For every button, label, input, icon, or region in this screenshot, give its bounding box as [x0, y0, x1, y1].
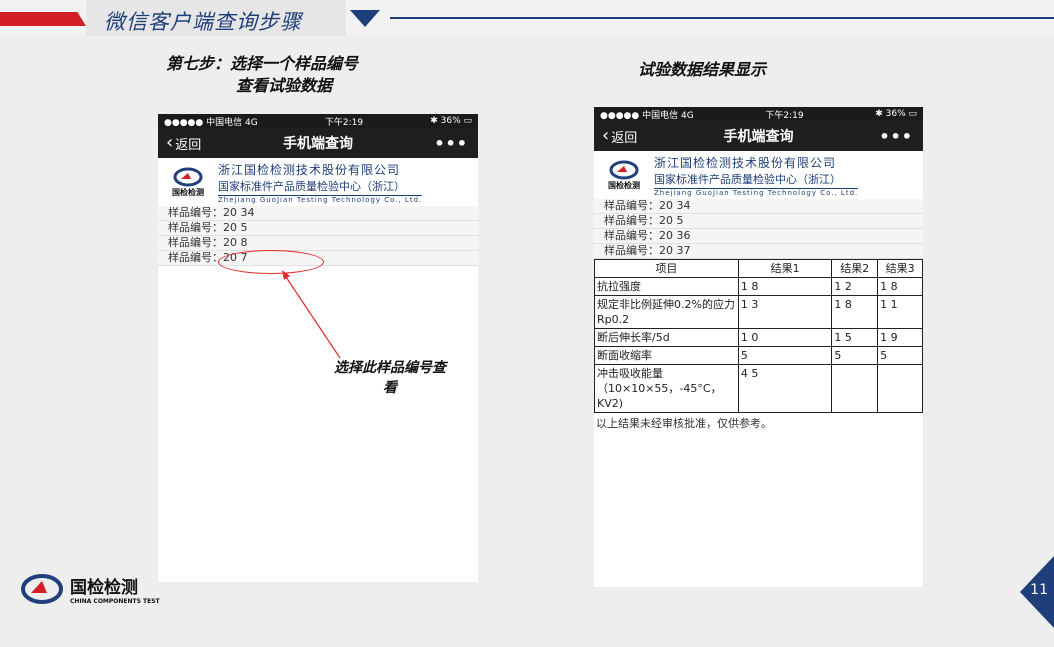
table-header: 结果3	[877, 259, 923, 278]
table-cell: 断后伸长率/5d	[594, 328, 739, 347]
battery-text: ✱ 36% ▭	[875, 109, 917, 119]
sample-item[interactable]: 样品编号：20 34	[594, 199, 923, 214]
table-cell	[877, 364, 923, 413]
footer-logo: 国检检测 CHINA COMPONENTS TEST	[20, 572, 160, 606]
table-cell: 1 5	[831, 328, 879, 347]
nav-bar: ‹ 返回 手机端查询 •••	[594, 121, 923, 151]
table-cell: 5	[831, 346, 879, 365]
company-name-line3: Zhejiang GuoJian Testing Technology Co.,…	[654, 187, 859, 197]
table-cell	[831, 364, 879, 413]
status-bar: ●●●●● 中国电信 4G 下午2:19 ✱ 36% ▭	[594, 107, 923, 121]
status-time: 下午2:19	[765, 110, 804, 121]
table-cell: 1 1	[877, 295, 923, 329]
table-row: 断面收缩率 5 5 5	[594, 346, 923, 365]
disclaimer-note: 以上结果未经审核批准，仅供参考。	[596, 417, 772, 430]
footer-logo-en: CHINA COMPONENTS TEST	[70, 598, 160, 605]
chevron-left-icon: ‹	[602, 125, 610, 146]
page-number: 11	[1030, 582, 1048, 598]
results-table: 项目 结果1 结果2 结果3 抗拉强度 1 8 1 2 1 8 规定非比例延伸0…	[594, 259, 923, 413]
back-label: 返回	[611, 130, 638, 146]
phone-screenshot-right: ●●●●● 中国电信 4G 下午2:19 ✱ 36% ▭ ‹ 返回 手机端查询 •…	[594, 107, 923, 587]
table-header: 结果1	[737, 259, 833, 278]
annotation-line2: 看	[383, 380, 397, 396]
table-cell: 规定非比例延伸0.2%的应力Rp0.2	[594, 295, 739, 329]
table-cell: 1 8	[737, 277, 833, 296]
sample-item[interactable]: 样品编号：20 5	[594, 214, 923, 229]
table-cell: 5	[737, 346, 833, 365]
sample-item[interactable]: 样品编号：20 37	[594, 244, 923, 259]
logo-swirl-icon	[609, 160, 639, 179]
sample-list: 样品编号：20 34 样品编号：20 5 样品编号：20 36 样品编号：20 …	[594, 199, 923, 259]
table-cell: 1 0	[737, 328, 833, 347]
table-row: 抗拉强度 1 8 1 2 1 8	[594, 277, 923, 296]
annotation-text: 选择此样品编号查 看	[320, 358, 460, 398]
company-name-line2: 国家标准件产品质量检验中心（浙江）	[654, 172, 841, 186]
table-cell: 抗拉强度	[594, 277, 739, 296]
table-cell: 1 8	[831, 295, 879, 329]
nav-title: 手机端查询	[723, 129, 794, 145]
table-cell: 冲击吸收能量（10×10×55，-45°C，KV2)	[594, 364, 739, 413]
table-cell: 1 9	[877, 328, 923, 347]
footer-logo-cn: 国检检测	[70, 578, 138, 598]
table-row: 规定非比例延伸0.2%的应力Rp0.2 1 3 1 8 1 1	[594, 295, 923, 329]
company-name-line1: 浙江国检检测技术股份有限公司	[654, 155, 837, 170]
table-cell: 1 8	[877, 277, 923, 296]
table-cell: 4 5	[737, 364, 833, 413]
table-row: 冲击吸收能量（10×10×55，-45°C，KV2) 4 5	[594, 364, 923, 413]
table-row: 断后伸长率/5d 1 0 1 5 1 9	[594, 328, 923, 347]
table-header: 项目	[594, 259, 739, 278]
table-header: 结果2	[831, 259, 879, 278]
back-button[interactable]: ‹ 返回	[602, 127, 637, 146]
sample-item[interactable]: 样品编号：20 36	[594, 229, 923, 244]
logo-swirl-icon	[21, 574, 63, 604]
annotation-line1: 选择此样品编号查	[334, 360, 446, 376]
company-logo: 国检检测	[602, 160, 646, 191]
carrier-text: ●●●●● 中国电信 4G	[600, 110, 694, 121]
company-banner: 国检检测 浙江国检检测技术股份有限公司 国家标准件产品质量检验中心（浙江） Zh…	[594, 151, 923, 199]
table-header-row: 项目 结果1 结果2 结果3	[594, 259, 923, 278]
table-cell: 1 3	[737, 295, 833, 329]
table-cell: 1 2	[831, 277, 879, 296]
table-cell: 断面收缩率	[594, 346, 739, 365]
logo-label: 国检检测	[608, 180, 640, 190]
more-icon[interactable]: •••	[879, 127, 913, 146]
company-name: 浙江国检检测技术股份有限公司 国家标准件产品质量检验中心（浙江） Zhejian…	[654, 154, 859, 197]
table-cell: 5	[877, 346, 923, 365]
